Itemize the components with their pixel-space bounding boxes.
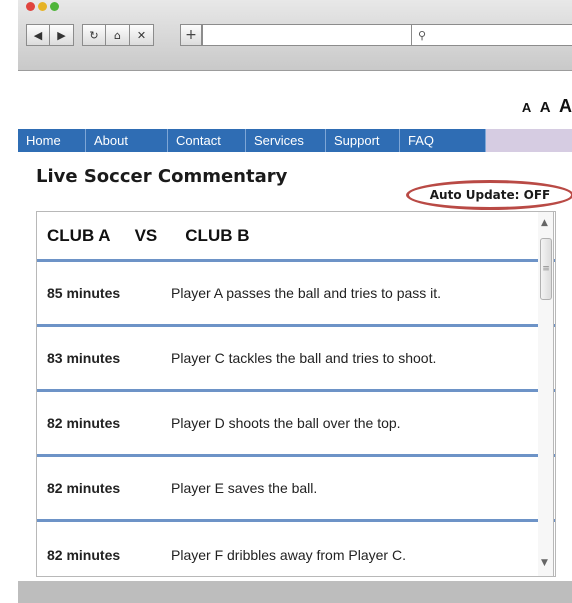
auto-update-label: Auto Update: OFF — [429, 188, 551, 202]
commentary-row: 82 minutes Player F dribbles away from P… — [37, 522, 555, 576]
browser-toolbar: ◀ ▶ ↻ ⌂ ✕ + ⚲ — [18, 0, 572, 71]
search-icon: ⚲ — [418, 28, 427, 42]
nav-buttons: ◀ ▶ — [26, 24, 74, 46]
commentary-feed: CLUB A VS CLUB B 85 minutes Player A pas… — [36, 211, 556, 577]
text-size-medium-button[interactable]: A — [540, 99, 551, 116]
page-buttons: ↻ ⌂ ✕ — [82, 24, 154, 46]
menu-item-about[interactable]: About — [86, 129, 168, 152]
club-a-name: CLUB A — [47, 225, 111, 245]
forward-icon[interactable]: ▶ — [50, 24, 74, 46]
reload-icon[interactable]: ↻ — [82, 24, 106, 46]
menu-item-services[interactable]: Services — [246, 129, 326, 152]
back-icon[interactable]: ◀ — [26, 24, 50, 46]
commentary-row: 82 minutes Player E saves the ball. — [37, 457, 555, 522]
commentary-time: 82 minutes — [47, 546, 121, 563]
close-window-button[interactable] — [26, 2, 35, 11]
commentary-time: 82 minutes — [47, 480, 121, 496]
scrollbar-thumb[interactable]: ≡ — [540, 238, 552, 300]
versus-label: VS — [134, 225, 158, 245]
main-menu: Home About Contact Services Support FAQ — [18, 129, 572, 152]
minimize-window-button[interactable] — [38, 2, 47, 11]
maximize-window-button[interactable] — [50, 2, 59, 11]
new-tab-button[interactable]: + — [180, 24, 202, 46]
menu-item-home[interactable]: Home — [18, 129, 86, 152]
menu-item-faq[interactable]: FAQ — [400, 129, 486, 152]
page-title: Live Soccer Commentary — [36, 166, 288, 187]
commentary-text: Player A passes the ball and tries to pa… — [171, 285, 442, 301]
status-bar — [18, 581, 572, 603]
scroll-up-icon[interactable]: ▲ — [541, 218, 548, 228]
menu-item-contact[interactable]: Contact — [168, 129, 246, 152]
menu-item-support[interactable]: Support — [326, 129, 400, 152]
commentary-time: 82 minutes — [47, 415, 121, 431]
search-input[interactable]: ⚲ — [411, 24, 572, 46]
commentary-row: 82 minutes Player D shoots the ball over… — [37, 392, 555, 457]
commentary-time: 85 minutes — [47, 285, 121, 301]
stop-icon[interactable]: ✕ — [130, 24, 154, 46]
commentary-text: Player E saves the ball. — [171, 480, 318, 496]
scroll-down-icon[interactable]: ▼ — [541, 558, 548, 568]
feed-scrollbar[interactable]: ▲ ≡ ▼ — [538, 211, 554, 577]
commentary-text: Player D shoots the ball over the top. — [171, 415, 401, 431]
commentary-row: 83 minutes Player C tackles the ball and… — [37, 327, 555, 392]
club-b-name: CLUB B — [185, 225, 250, 245]
text-size-controls: A A A — [518, 96, 572, 117]
home-icon[interactable]: ⌂ — [106, 24, 130, 46]
auto-update-toggle[interactable]: Auto Update: OFF — [406, 180, 572, 210]
browser-window: ◀ ▶ ↻ ⌂ ✕ + ⚲ A A A Home About Contact S… — [18, 0, 572, 603]
commentary-row: 85 minutes Player A passes the ball and … — [37, 262, 555, 327]
text-size-small-button[interactable]: A — [522, 100, 531, 115]
match-header: CLUB A VS CLUB B — [37, 212, 555, 262]
commentary-text: Player F dribbles away from Player C. — [171, 546, 406, 563]
commentary-text: Player C tackles the ball and tries to s… — [171, 350, 437, 366]
text-size-large-button[interactable]: A — [559, 96, 572, 116]
commentary-time: 83 minutes — [47, 350, 121, 366]
